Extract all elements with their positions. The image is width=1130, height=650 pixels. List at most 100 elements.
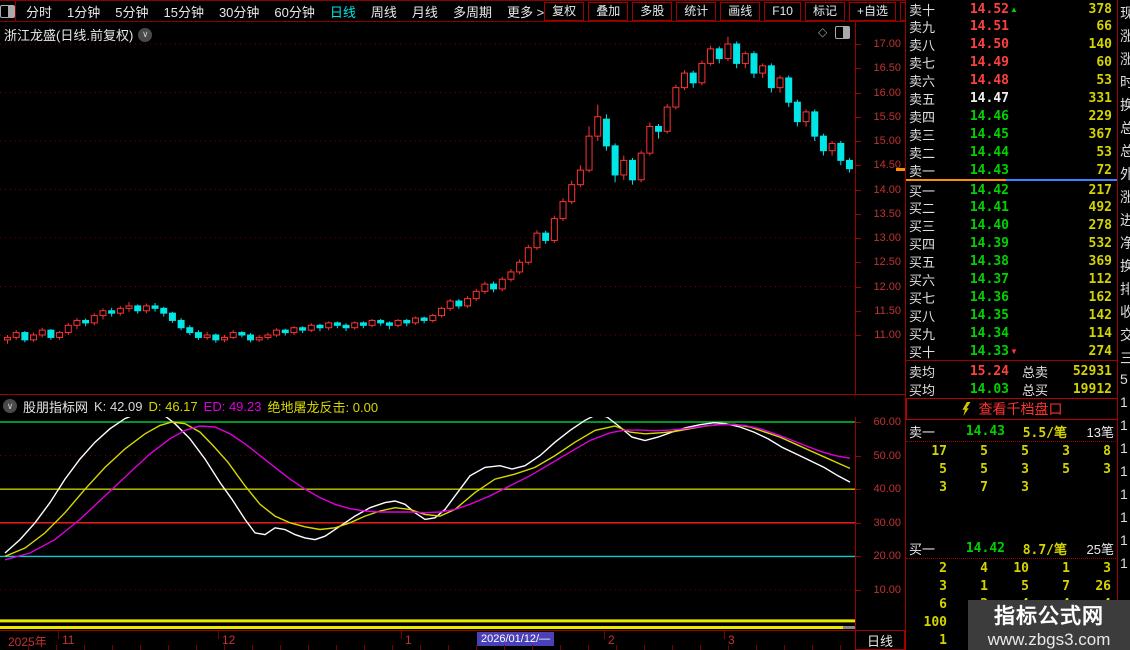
period-tab-15分钟[interactable]: 15分钟 [163, 2, 203, 21]
candle[interactable] [31, 335, 37, 340]
candle[interactable] [291, 328, 297, 333]
candle[interactable] [760, 66, 766, 73]
action-button-复权[interactable]: 复权 [544, 2, 584, 21]
candle[interactable] [716, 49, 722, 59]
candle[interactable] [230, 333, 236, 338]
buy-level-row[interactable]: 买三14.40278 [906, 217, 1118, 235]
date-axis[interactable]: 2025年11121232026/01/12/— [0, 630, 855, 650]
candle[interactable] [794, 102, 800, 121]
candle[interactable] [482, 284, 488, 291]
candle[interactable] [412, 318, 418, 323]
candle[interactable] [673, 88, 679, 107]
candle[interactable] [751, 54, 757, 73]
candlestick-chart[interactable] [0, 22, 855, 394]
candle[interactable] [569, 185, 575, 202]
candle[interactable] [534, 233, 540, 248]
candle[interactable] [473, 291, 479, 298]
buy-level-row[interactable]: 买一14.42217 [906, 181, 1118, 199]
action-button-多股[interactable]: 多股 [632, 2, 672, 21]
candle[interactable] [386, 323, 392, 325]
candle[interactable] [690, 73, 696, 83]
buy-level-row[interactable]: 买九14.34114 [906, 325, 1118, 343]
candle[interactable] [91, 316, 97, 323]
period-tab-30分钟[interactable]: 30分钟 [219, 2, 259, 21]
sell-level-row[interactable]: 卖二14.4453 [906, 144, 1118, 162]
candle[interactable] [708, 49, 714, 64]
candle[interactable] [829, 143, 835, 150]
sell-level-row[interactable]: 卖九14.5166 [906, 18, 1118, 36]
candle[interactable] [5, 337, 11, 339]
candle[interactable] [83, 320, 89, 322]
action-button-F10[interactable]: F10 [764, 2, 801, 21]
period-indicator-box[interactable]: 日线 [855, 630, 905, 650]
candle[interactable] [117, 308, 123, 313]
thousand-depth-button[interactable]: 查看千档盘口 [906, 398, 1118, 420]
buy-level-row[interactable]: 买四14.39532 [906, 235, 1118, 253]
candle[interactable] [551, 219, 557, 241]
candle[interactable] [664, 107, 670, 131]
period-tab-周线[interactable]: 周线 [371, 2, 397, 21]
period-tab-月线[interactable]: 月线 [412, 2, 438, 21]
candle[interactable] [135, 306, 141, 311]
candle[interactable] [360, 323, 366, 325]
candle[interactable] [786, 78, 792, 102]
period-tab-1分钟[interactable]: 1分钟 [67, 2, 100, 21]
indicator-chart[interactable] [0, 417, 855, 630]
candle[interactable] [586, 136, 592, 170]
sell-level-row[interactable]: 卖八14.50140 [906, 36, 1118, 54]
candle[interactable] [742, 54, 748, 64]
candle[interactable] [656, 126, 662, 131]
action-button-画线[interactable]: 画线 [720, 2, 760, 21]
candle[interactable] [517, 262, 523, 272]
sell-level-row[interactable]: 卖四14.46229 [906, 108, 1118, 126]
candle[interactable] [560, 202, 566, 219]
candle[interactable] [629, 160, 635, 179]
candle[interactable] [846, 160, 852, 168]
candle[interactable] [152, 306, 158, 308]
candle[interactable] [621, 160, 627, 175]
candle[interactable] [126, 306, 132, 308]
candle[interactable] [57, 333, 63, 338]
sell-level-row[interactable]: 卖一14.4372 [906, 162, 1118, 180]
candle[interactable] [143, 306, 149, 311]
buy-level-row[interactable]: 买十14.33▼274 [906, 343, 1118, 361]
candle[interactable] [465, 299, 471, 306]
buy-level-row[interactable]: 买六14.37112 [906, 271, 1118, 289]
candle[interactable] [187, 328, 193, 333]
candle[interactable] [595, 117, 601, 136]
candle[interactable] [820, 136, 826, 151]
sell-one-detail-row[interactable]: 卖一14.435.5/笔13笔 [906, 422, 1118, 440]
candle[interactable] [447, 301, 453, 308]
sell-level-row[interactable]: 卖七14.4960 [906, 54, 1118, 72]
action-button-统计[interactable]: 统计 [676, 2, 716, 21]
action-button-标记[interactable]: 标记 [805, 2, 845, 21]
candle[interactable] [378, 320, 384, 322]
candle[interactable] [109, 311, 115, 313]
panel-icon[interactable] [835, 26, 850, 39]
candle[interactable] [439, 308, 445, 315]
candle[interactable] [699, 63, 705, 82]
candle[interactable] [777, 78, 783, 88]
candle[interactable] [300, 328, 306, 330]
buy-level-row[interactable]: 买八14.35142 [906, 307, 1118, 325]
sell-level-row[interactable]: 卖十14.52▲378 [906, 0, 1118, 18]
candle[interactable] [603, 119, 609, 146]
candle[interactable] [682, 73, 688, 88]
candle[interactable] [256, 337, 262, 339]
period-tab-5分钟[interactable]: 5分钟 [115, 2, 148, 21]
panel-toggle-button[interactable] [0, 1, 16, 21]
candle[interactable] [725, 44, 731, 59]
candle[interactable] [612, 146, 618, 175]
candle[interactable] [195, 333, 201, 338]
candle[interactable] [74, 320, 80, 325]
sell-level-row[interactable]: 卖六14.4853 [906, 72, 1118, 90]
chevron-down-icon[interactable]: ∨ [138, 28, 152, 42]
buy-level-row[interactable]: 买五14.38369 [906, 253, 1118, 271]
candle[interactable] [222, 337, 228, 339]
candle[interactable] [734, 44, 740, 63]
candle[interactable] [543, 233, 549, 240]
candle[interactable] [812, 112, 818, 136]
candle[interactable] [248, 335, 254, 340]
candle[interactable] [647, 126, 653, 153]
candle[interactable] [265, 335, 271, 337]
